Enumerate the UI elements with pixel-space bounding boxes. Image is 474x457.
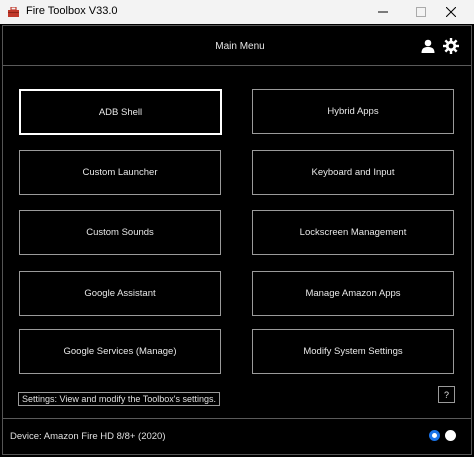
gear-icon[interactable] <box>443 38 459 54</box>
google-assistant-label: Google Assistant <box>84 288 156 299</box>
google-services-label: Google Services (Manage) <box>63 346 177 357</box>
toolbox-icon <box>8 7 19 17</box>
status-description: Settings: View and modify the Toolbox's … <box>18 392 220 406</box>
custom-sounds-label: Custom Sounds <box>86 227 154 238</box>
light-theme-radio[interactable] <box>445 430 456 441</box>
custom-launcher-label: Custom Launcher <box>82 167 158 178</box>
adb-shell-button[interactable]: ADB Shell <box>19 89 222 135</box>
keyboard-input-button[interactable]: Keyboard and Input <box>252 150 454 195</box>
adb-shell-label: ADB Shell <box>98 106 143 118</box>
hybrid-apps-button[interactable]: Hybrid Apps <box>252 89 454 134</box>
custom-sounds-button[interactable]: Custom Sounds <box>19 210 221 255</box>
device-info: Device: Amazon Fire HD 8/8+ (2020) <box>10 431 166 442</box>
title-bar: Fire Toolbox V33.0 <box>0 0 474 24</box>
lockscreen-management-label: Lockscreen Management <box>299 227 407 238</box>
header: Main Menu <box>3 28 471 66</box>
close-icon <box>446 7 456 17</box>
maximize-icon <box>416 7 426 17</box>
google-assistant-button[interactable]: Google Assistant <box>19 271 221 316</box>
custom-launcher-button[interactable]: Custom Launcher <box>19 150 221 195</box>
footer-divider <box>3 418 471 419</box>
keyboard-input-label: Keyboard and Input <box>311 167 395 178</box>
lockscreen-management-button[interactable]: Lockscreen Management <box>252 210 454 255</box>
user-icon[interactable] <box>421 39 435 53</box>
google-services-button[interactable]: Google Services (Manage) <box>19 329 221 374</box>
minimize-icon <box>378 11 388 13</box>
help-label: ? <box>443 389 449 400</box>
manage-amazon-apps-label: Manage Amazon Apps <box>305 288 401 299</box>
manage-amazon-apps-button[interactable]: Manage Amazon Apps <box>252 271 454 316</box>
close-button[interactable] <box>428 0 474 24</box>
dark-theme-radio[interactable] <box>429 430 440 441</box>
hybrid-apps-label: Hybrid Apps <box>327 106 379 117</box>
help-button[interactable]: ? <box>438 386 455 403</box>
page-title: Main Menu <box>215 41 265 52</box>
modify-system-settings-label: Modify System Settings <box>303 346 403 357</box>
window-title: Fire Toolbox V33.0 <box>26 5 118 17</box>
modify-system-settings-button[interactable]: Modify System Settings <box>252 329 454 374</box>
